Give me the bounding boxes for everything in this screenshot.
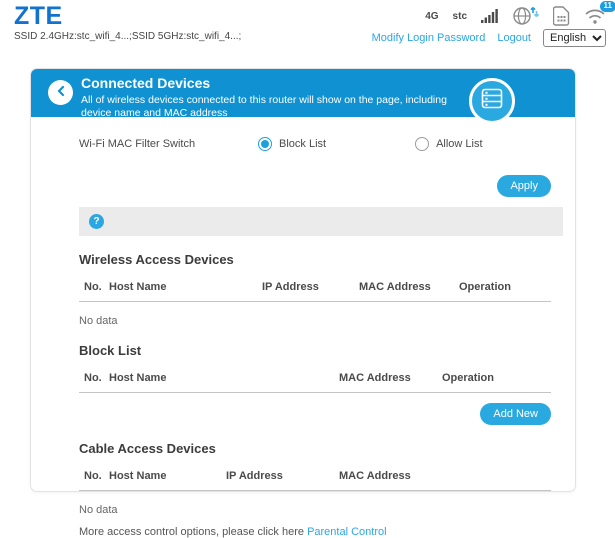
ssid-info: SSID 2.4GHz:stc_wifi_4...;SSID 5GHz:stc_…	[14, 31, 241, 42]
col-no: No.	[79, 281, 109, 293]
modify-login-password-link[interactable]: Modify Login Password	[372, 32, 486, 44]
page-title: Connected Devices	[81, 75, 481, 92]
cable-access-devices-title: Cable Access Devices	[79, 441, 551, 456]
radio-unselected-icon[interactable]	[415, 137, 429, 151]
wifi-mac-filter-label: Wi-Fi MAC Filter Switch	[79, 138, 258, 150]
page-description: All of wireless devices connected to thi…	[81, 94, 477, 120]
zte-logo: ZTE	[14, 2, 63, 31]
block-list-title: Block List	[79, 343, 551, 358]
devices-badge	[469, 78, 515, 124]
top-bar: ZTE SSID 2.4GHz:stc_wifi_4...;SSID 5GHz:…	[0, 0, 615, 62]
logout-link[interactable]: Logout	[497, 32, 531, 44]
help-icon[interactable]: ?	[89, 214, 104, 229]
internet-globe-icon	[513, 6, 539, 26]
wifi-mac-filter-row: Wi-Fi MAC Filter Switch Block List Allow…	[79, 137, 551, 151]
wifi-icon: 11	[584, 7, 606, 25]
col-ip-address: IP Address	[262, 281, 359, 293]
language-select[interactable]: English	[543, 29, 606, 47]
wireless-access-devices-title: Wireless Access Devices	[79, 252, 551, 267]
wifi-count-badge: 11	[600, 1, 615, 12]
wireless-table-header: No. Host Name IP Address MAC Address Ope…	[79, 281, 551, 302]
apply-button[interactable]: Apply	[497, 175, 551, 197]
footer-note: More access control options, please clic…	[79, 526, 551, 538]
block-list-radio-label: Block List	[279, 138, 326, 150]
sim-card-icon	[553, 6, 570, 26]
network-type-label: 4G	[425, 11, 438, 22]
back-button[interactable]	[48, 80, 73, 105]
panel-header: Connected Devices All of wireless device…	[31, 69, 575, 117]
col-no: No.	[79, 372, 109, 384]
col-host-name: Host Name	[109, 372, 339, 384]
device-list-icon	[481, 88, 503, 114]
col-host-name: Host Name	[109, 281, 262, 293]
col-ip-address: IP Address	[226, 470, 339, 482]
add-new-button[interactable]: Add New	[480, 403, 551, 425]
account-links: Modify Login Password Logout English	[372, 29, 606, 47]
chevron-left-icon	[56, 84, 66, 102]
allow-list-radio[interactable]: Allow List	[415, 137, 482, 151]
cable-table-header: No. Host Name IP Address MAC Address	[79, 470, 551, 491]
col-mac-address: MAC Address	[359, 281, 459, 293]
block-table-header: No. Host Name MAC Address Operation	[79, 372, 551, 393]
col-operation: Operation	[459, 281, 551, 293]
signal-bars-icon	[481, 8, 499, 24]
col-operation: Operation	[442, 372, 551, 384]
help-bar: ?	[79, 207, 563, 236]
allow-list-radio-label: Allow List	[436, 138, 482, 150]
col-mac-address: MAC Address	[339, 372, 442, 384]
col-mac-address: MAC Address	[339, 470, 551, 482]
block-list-radio[interactable]: Block List	[258, 137, 326, 151]
connected-devices-panel: Connected Devices All of wireless device…	[30, 68, 576, 492]
col-no: No.	[79, 470, 109, 482]
carrier-label: stc	[453, 11, 467, 22]
cable-no-data: No data	[79, 504, 551, 516]
parental-control-link[interactable]: Parental Control	[307, 526, 387, 538]
radio-selected-icon[interactable]	[258, 137, 272, 151]
wireless-no-data: No data	[79, 315, 551, 327]
status-icons: 4G stc	[425, 6, 606, 26]
footer-text: More access control options, please clic…	[79, 526, 304, 538]
col-host-name: Host Name	[109, 470, 226, 482]
